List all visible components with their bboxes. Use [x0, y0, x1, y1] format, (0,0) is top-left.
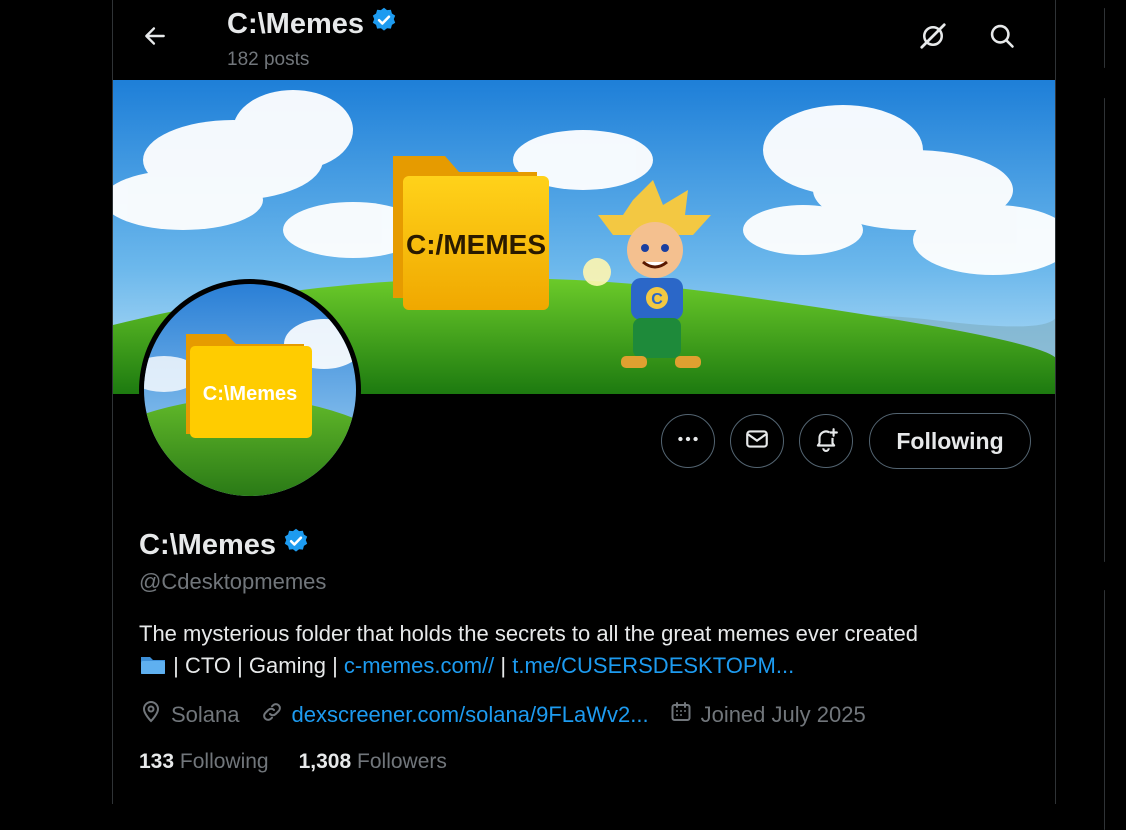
website-link[interactable]: dexscreener.com/solana/9FLaWv2... — [292, 702, 649, 728]
joined-item: Joined July 2025 — [669, 700, 866, 730]
following-count: 133 — [139, 750, 175, 773]
followers-stat[interactable]: 1,308 Followers — [299, 750, 447, 774]
profile-name-row: C:\Memes — [139, 527, 310, 563]
back-arrow-icon — [142, 23, 168, 54]
following-button[interactable]: Following — [869, 413, 1031, 469]
mascot-letter: C — [651, 291, 663, 308]
profile-bio: The mysterious folder that holds the sec… — [139, 618, 1029, 686]
top-bar: C:\Memes 182 posts — [113, 0, 1055, 80]
following-label: Following — [179, 750, 269, 773]
calendar-icon — [669, 700, 693, 730]
link-icon — [260, 700, 284, 730]
post-count: 182 posts — [227, 49, 310, 70]
location-text: Solana — [171, 702, 240, 727]
website-item[interactable]: dexscreener.com/solana/9FLaWv2... — [260, 700, 649, 730]
avatar-image: C:\Memes — [144, 284, 356, 496]
location-icon — [139, 700, 163, 730]
banner-folder-label: C:/MEMES — [406, 229, 546, 260]
message-icon — [744, 426, 770, 457]
more-button[interactable] — [661, 414, 715, 468]
search-icon — [988, 22, 1016, 55]
sidebar-card-edge — [1104, 98, 1105, 562]
bio-tags: | CTO | Gaming | — [167, 653, 344, 678]
grok-icon — [918, 21, 948, 56]
bio-separator: | — [494, 653, 513, 678]
folder-emoji-icon — [139, 653, 167, 686]
bio-link-telegram[interactable]: t.me/CUSERSDESKTOPM... — [512, 653, 794, 678]
followers-label: Followers — [357, 750, 447, 773]
profile-column: C:/MEMES C C:\Memes 182 posts C:\Memes F… — [112, 0, 1056, 804]
more-icon — [675, 426, 701, 457]
header-title: C:\Memes — [227, 6, 398, 42]
profile-handle: @Cdesktopmemes — [139, 569, 327, 594]
profile-avatar[interactable]: C:\Memes — [139, 279, 361, 501]
grok-button[interactable] — [913, 18, 953, 58]
followers-count: 1,308 — [298, 750, 352, 773]
notifications-button[interactable] — [799, 414, 853, 468]
following-stat[interactable]: 133 Following — [139, 750, 269, 774]
notification-bell-icon — [813, 426, 839, 457]
sidebar-card-edge-2 — [1104, 590, 1105, 830]
header-name: C:\Memes — [227, 7, 364, 40]
avatar-folder-label: C:\Memes — [203, 383, 297, 405]
profile-meta: Solana dexscreener.com/solana/9FLaWv2...… — [139, 700, 886, 730]
sidebar-search-edge[interactable] — [1104, 8, 1105, 68]
search-button[interactable] — [982, 18, 1022, 58]
bio-link-website[interactable]: c-memes.com// — [344, 653, 494, 678]
back-button[interactable] — [135, 18, 175, 58]
joined-text: Joined July 2025 — [700, 702, 866, 727]
follow-stats: 133 Following 1,308 Followers — [139, 750, 447, 774]
location-item: Solana — [139, 700, 240, 730]
bio-text: The mysterious folder that holds the sec… — [139, 621, 918, 646]
profile-name: C:\Memes — [139, 528, 276, 561]
message-button[interactable] — [730, 414, 784, 468]
verified-badge-icon[interactable] — [282, 527, 310, 563]
verified-badge-icon — [370, 6, 398, 42]
